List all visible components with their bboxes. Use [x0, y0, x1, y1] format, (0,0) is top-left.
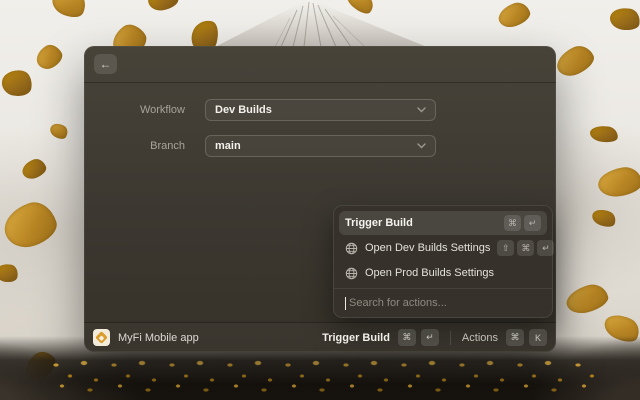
workflow-label: Workflow — [84, 104, 185, 116]
primary-action-button[interactable]: Trigger Build — [322, 332, 390, 344]
return-key: ↵ — [524, 215, 541, 231]
shortcut-keys: ⇧ ⌘ ↵ — [497, 240, 554, 256]
cmd-key: ⌘ — [506, 329, 524, 346]
chevron-down-icon — [417, 107, 426, 113]
actions-popup: Trigger Build ⌘ ↵ Open Dev Builds Settin… — [333, 205, 553, 318]
myfi-app-icon — [93, 329, 110, 346]
branch-label: Branch — [84, 140, 185, 152]
action-label: Open Prod Builds Settings — [365, 267, 541, 279]
back-button[interactable]: ← — [94, 54, 117, 74]
action-label: Open Dev Builds Settings — [365, 242, 490, 254]
workflow-value: Dev Builds — [215, 104, 417, 116]
cmd-key: ⌘ — [517, 240, 534, 256]
action-item-open-prod-settings[interactable]: Open Prod Builds Settings — [339, 261, 547, 285]
window-footer: MyFi Mobile app Trigger Build ⌘ ↵ Action… — [84, 322, 556, 352]
action-item-open-dev-settings[interactable]: Open Dev Builds Settings ⇧ ⌘ ↵ — [339, 236, 547, 260]
cmd-key: ⌘ — [398, 329, 416, 346]
action-label: Trigger Build — [345, 217, 497, 229]
action-item-trigger-build[interactable]: Trigger Build ⌘ ↵ — [339, 211, 547, 235]
mount-fuji — [205, 0, 435, 47]
globe-icon — [345, 267, 358, 280]
branch-row: Branch main — [84, 135, 556, 157]
text-caret — [345, 297, 346, 310]
branch-value: main — [215, 140, 417, 152]
actions-search-area — [334, 288, 552, 313]
fallen-leaves — [46, 356, 594, 400]
k-key: K — [529, 329, 547, 346]
shift-key: ⇧ — [497, 240, 514, 256]
actions-menu-button[interactable]: Actions — [462, 332, 498, 344]
actions-search-input[interactable] — [349, 297, 541, 309]
workflow-row: Workflow Dev Builds — [84, 99, 556, 121]
globe-icon — [345, 242, 358, 255]
footer-divider — [450, 331, 451, 345]
return-key: ↵ — [421, 329, 439, 346]
workflow-dropdown[interactable]: Dev Builds — [205, 99, 436, 121]
shortcut-keys: ⌘ ↵ — [504, 215, 541, 231]
app-window: ← Workflow Dev Builds Branch main Trigge… — [84, 46, 556, 352]
diamond-icon — [95, 331, 108, 344]
branch-dropdown[interactable]: main — [205, 135, 436, 157]
window-header: ← — [84, 46, 556, 83]
app-name: MyFi Mobile app — [118, 332, 199, 344]
chevron-down-icon — [417, 143, 426, 149]
return-key: ↵ — [537, 240, 554, 256]
footer-actions: Trigger Build ⌘ ↵ Actions ⌘ K — [322, 329, 547, 346]
cmd-key: ⌘ — [504, 215, 521, 231]
